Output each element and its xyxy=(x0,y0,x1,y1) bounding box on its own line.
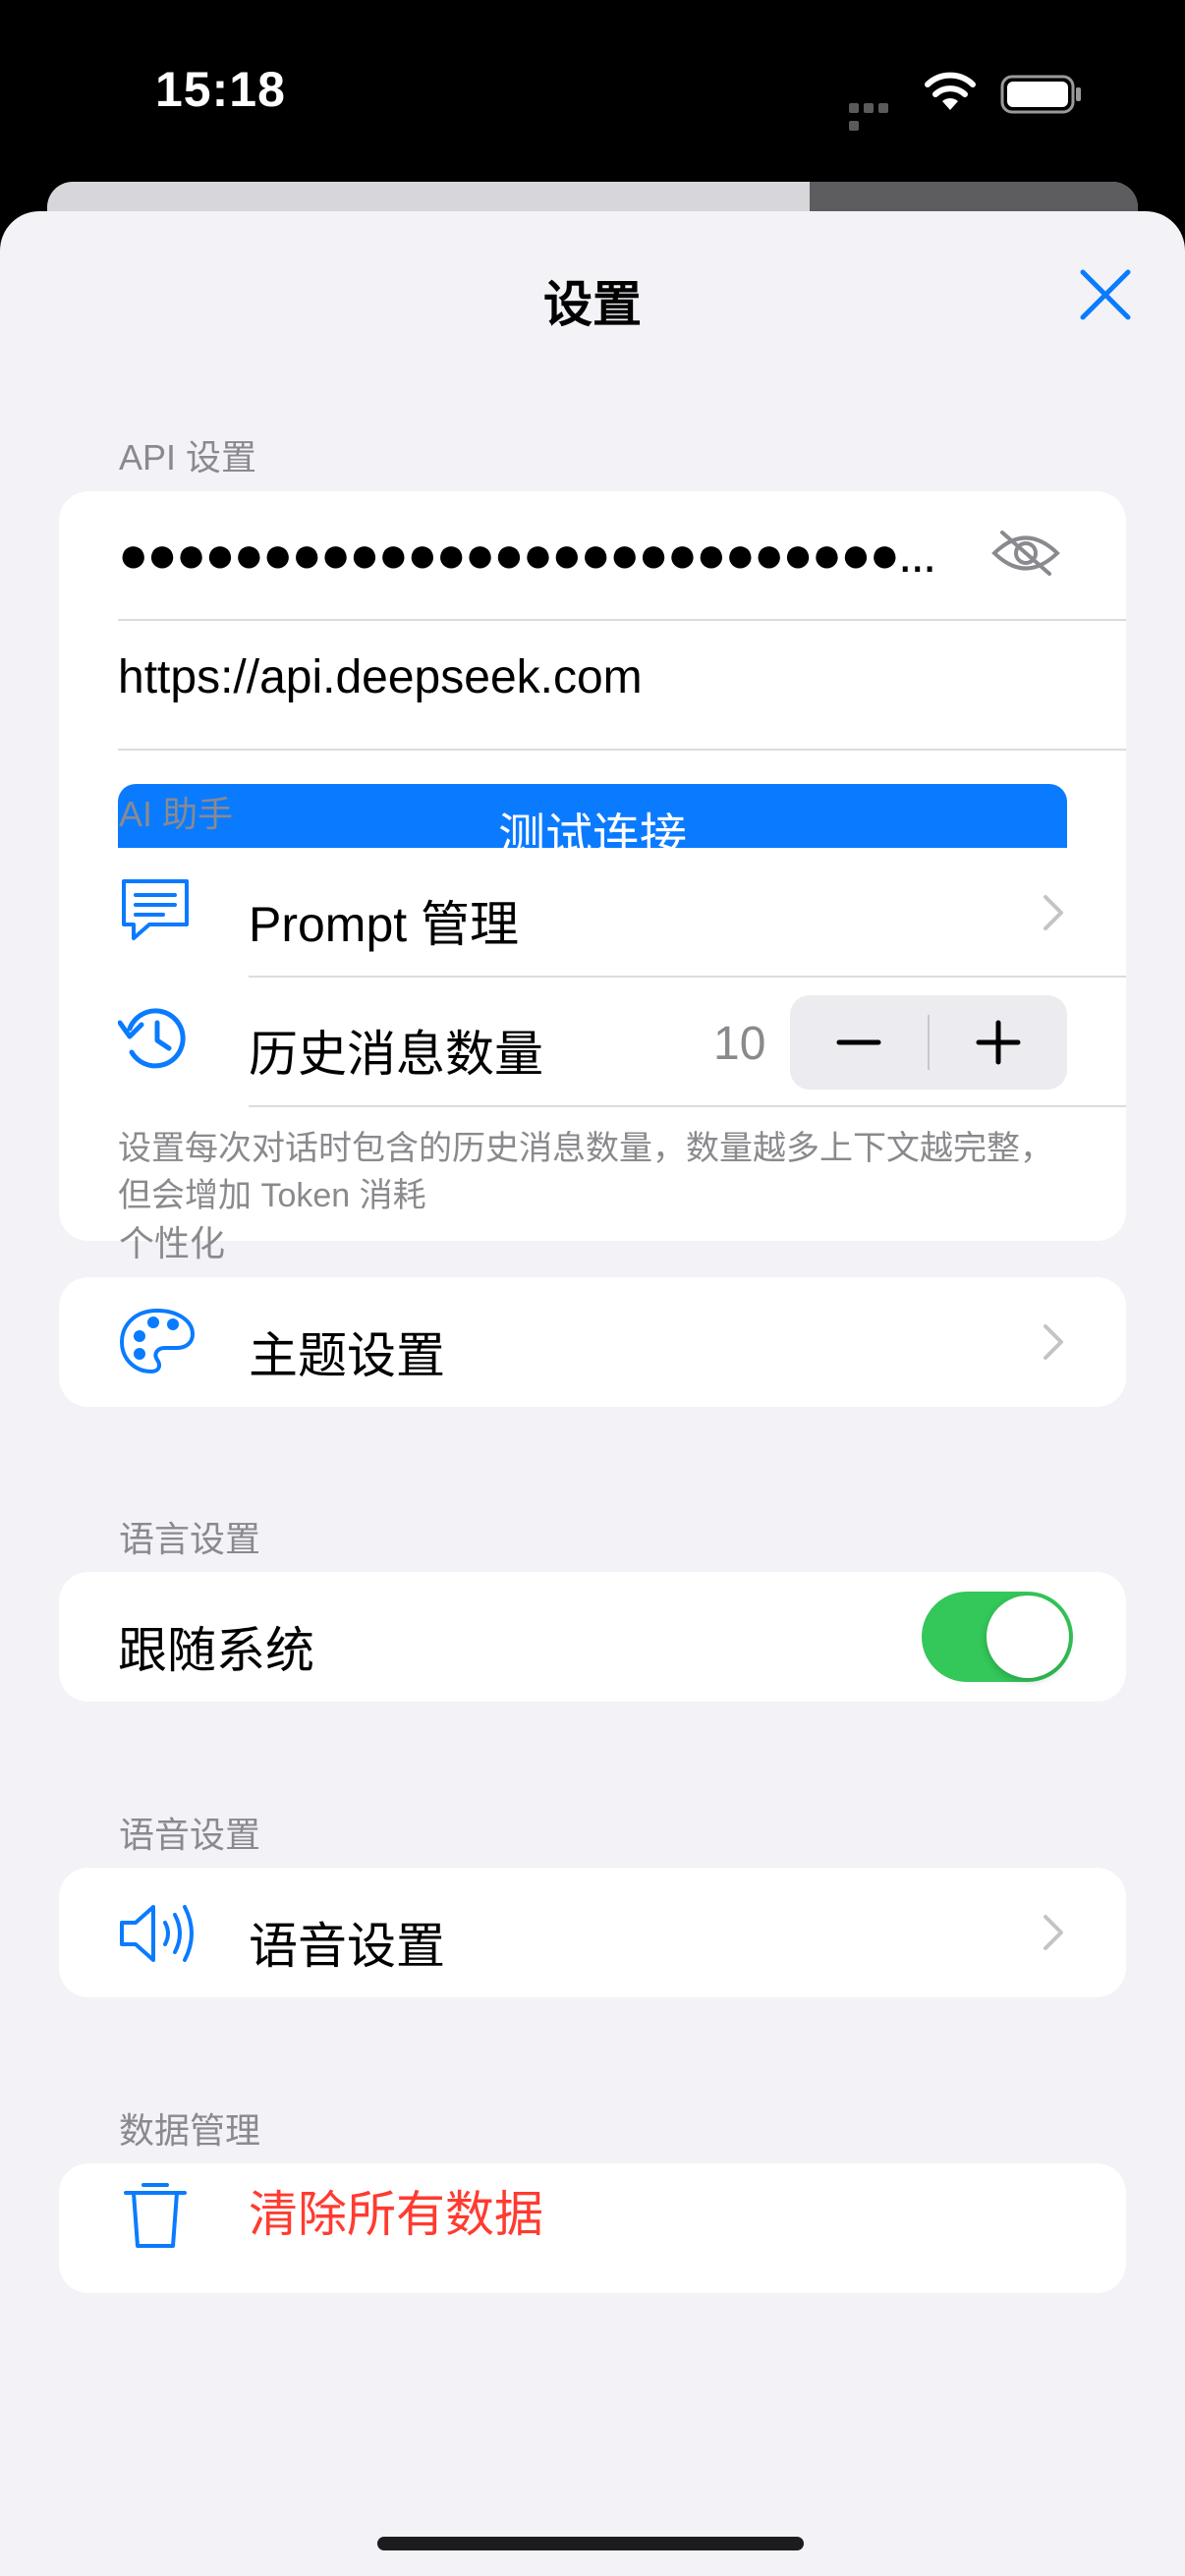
follow-system-label: 跟随系统 xyxy=(118,1623,314,1678)
api-key-field[interactable]: ●●●●●●●●●●●●●●●●●●●●●●●●●●●... xyxy=(118,521,1002,589)
section-header-voice: 语音设置 xyxy=(119,1815,261,1855)
section-header-language: 语言设置 xyxy=(119,1519,261,1559)
palette-icon xyxy=(119,1308,196,1374)
clear-all-data-label: 清除所有数据 xyxy=(249,2187,543,2242)
section-header-api: API 设置 xyxy=(119,437,257,477)
history-clock-icon xyxy=(118,1008,186,1069)
theme-settings-row[interactable]: 主题设置 xyxy=(59,1277,1126,1407)
message-icon xyxy=(122,879,189,940)
settings-sheet: 设置 API 设置 ●●●●●●●●●●●●●●●●●●●●●●●●●●●...… xyxy=(0,211,1185,2576)
section-header-personalization: 个性化 xyxy=(119,1223,226,1263)
chevron-right-icon xyxy=(1044,895,1063,930)
wifi-icon xyxy=(925,72,976,110)
history-count-label: 历史消息数量 xyxy=(249,1027,543,1082)
prompt-management-label: Prompt 管理 xyxy=(249,897,520,952)
voice-settings-label: 语音设置 xyxy=(249,1919,445,1974)
history-count-value: 10 xyxy=(713,1018,766,1070)
section-header-ai: AI 助手 xyxy=(119,794,234,834)
speaker-wave-icon xyxy=(120,1905,194,1962)
history-count-footnote: 设置每次对话时包含的历史消息数量，数量越多上下文越完整，但会增加 Token 消… xyxy=(118,1130,1053,1214)
trash-icon xyxy=(124,2183,187,2248)
theme-settings-label: 主题设置 xyxy=(249,1328,445,1383)
ai-assistant-card: Prompt 管理 历史消息数量 10 设置每次对话时包含的历史消息数量，数量越… xyxy=(59,848,1126,1241)
status-bar: 15:18 xyxy=(0,0,1185,182)
sheet-title: 设置 xyxy=(543,277,642,332)
base-url-field[interactable]: https://api.deepseek.com xyxy=(118,650,643,704)
follow-system-toggle[interactable] xyxy=(922,1592,1073,1682)
personalization-card: 主题设置 xyxy=(59,1277,1126,1407)
status-time: 15:18 xyxy=(155,62,286,117)
history-count-stepper xyxy=(790,995,1067,1090)
battery-icon xyxy=(1000,75,1081,114)
divider xyxy=(118,619,1126,621)
section-header-data: 数据管理 xyxy=(119,2110,261,2151)
prompt-management-row[interactable]: Prompt 管理 xyxy=(59,848,1126,976)
chevron-right-icon xyxy=(1044,1324,1063,1360)
eye-slash-icon[interactable] xyxy=(990,529,1061,578)
voice-card: 语音设置 xyxy=(59,1868,1126,1997)
cellular-signal-icon xyxy=(849,100,904,131)
data-management-card: 清除所有数据 xyxy=(59,2163,1126,2293)
toggle-knob xyxy=(987,1596,1069,1678)
home-indicator xyxy=(377,2537,804,2550)
chevron-right-icon xyxy=(1044,1915,1063,1950)
stepper-minus-button[interactable] xyxy=(790,995,928,1090)
voice-settings-row[interactable]: 语音设置 xyxy=(59,1868,1126,1997)
divider xyxy=(118,749,1126,751)
divider xyxy=(249,1105,1126,1107)
close-icon[interactable] xyxy=(1071,260,1140,329)
clear-data-row[interactable]: 清除所有数据 xyxy=(59,2163,1126,2293)
language-card: 跟随系统 xyxy=(59,1572,1126,1702)
stepper-plus-button[interactable] xyxy=(930,995,1067,1090)
